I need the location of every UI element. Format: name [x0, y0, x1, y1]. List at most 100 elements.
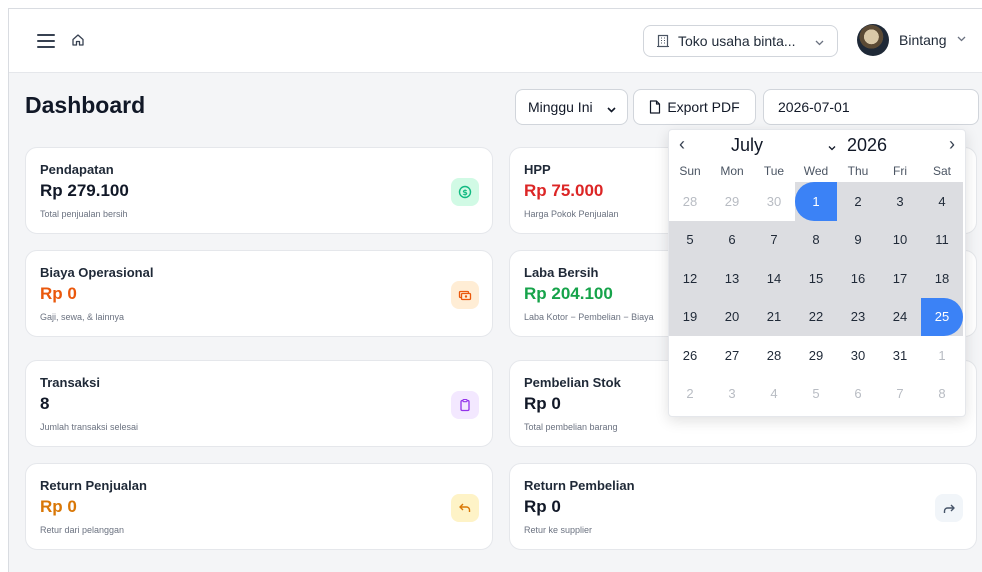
calendar-grid: 28 29 30 1 2 3 4 5 6 7 8 9 10 11 12 13 14 15 16 17 18 19 20 21 2… — [669, 182, 965, 413]
card-label: Transaksi — [40, 375, 100, 390]
user-menu[interactable]: Bintang — [857, 23, 967, 57]
calendar-day[interactable]: 6 — [837, 375, 879, 414]
calendar-day[interactable]: 27 — [711, 336, 753, 375]
calendar-day[interactable]: 11 — [921, 220, 963, 259]
calendar-day[interactable]: 7 — [753, 220, 795, 259]
calendar-day[interactable]: 2 — [669, 375, 711, 414]
calendar-day[interactable]: 12 — [669, 259, 711, 298]
card-value: Rp 0 — [524, 497, 561, 516]
store-name: Toko usaha binta... — [678, 33, 796, 49]
card-pendapatan: Pendapatan Rp 279.100 Total penjualan be… — [25, 147, 493, 234]
calendar-day[interactable]: 29 — [795, 336, 837, 375]
chevron-down-icon — [956, 31, 967, 49]
card-label: Pendapatan — [40, 162, 114, 177]
home-icon[interactable] — [71, 33, 85, 47]
calendar-day[interactable]: 30 — [837, 336, 879, 375]
card-description: Gaji, sewa, & lainnya — [40, 312, 125, 322]
card-transaksi: Transaksi 8 Jumlah transaksi selesai — [25, 360, 493, 447]
calendar-day[interactable]: 1 — [921, 336, 963, 375]
calendar-day[interactable]: 2 — [837, 182, 879, 221]
calendar-day[interactable]: 28 — [753, 336, 795, 375]
date-range-input[interactable]: 2026-07-01 — [763, 89, 979, 125]
card-value: 8 — [40, 394, 50, 413]
weekday-label: Wed — [803, 164, 829, 178]
menu-icon[interactable] — [37, 34, 55, 48]
card-description: Retur ke supplier — [524, 525, 593, 535]
calendar-day[interactable]: 31 — [879, 336, 921, 375]
file-icon — [650, 100, 661, 114]
calendar-day[interactable]: 28 — [669, 182, 711, 221]
calendar-day[interactable]: 18 — [921, 259, 963, 298]
next-month-icon[interactable]: › — [949, 134, 955, 155]
weekday-label: Fri — [893, 164, 907, 178]
redo-icon — [935, 494, 963, 522]
card-return-penjualan: Return Penjualan Rp 0 Retur dari pelangg… — [25, 463, 493, 550]
prev-month-icon[interactable]: ‹ — [679, 134, 685, 155]
weekday-label: Thu — [847, 164, 869, 178]
date-value: 2026-07-01 — [778, 99, 850, 115]
calendar-day[interactable]: 9 — [837, 220, 879, 259]
dollar-icon: $ — [451, 178, 479, 206]
calendar-day[interactable]: 29 — [711, 182, 753, 221]
calendar-day[interactable]: 17 — [879, 259, 921, 298]
calendar-day-range-end[interactable]: 25 — [921, 297, 963, 336]
calendar-day[interactable]: 16 — [837, 259, 879, 298]
card-description: Jumlah transaksi selesai — [40, 422, 139, 432]
calendar-day[interactable]: 3 — [711, 375, 753, 414]
building-icon — [656, 34, 670, 48]
calendar-day[interactable]: 3 — [879, 182, 921, 221]
period-select[interactable]: Minggu Ini — [515, 89, 628, 125]
top-bar: Toko usaha binta... Bintang — [9, 9, 982, 73]
calendar-day[interactable]: 5 — [795, 375, 837, 414]
calendar-day[interactable]: 14 — [753, 259, 795, 298]
calendar-day[interactable]: 4 — [753, 375, 795, 414]
calendar-day[interactable]: 4 — [921, 182, 963, 221]
svg-text:$: $ — [462, 188, 468, 197]
calendar-day[interactable]: 6 — [711, 220, 753, 259]
calendar-day[interactable]: 5 — [669, 220, 711, 259]
card-description: Total pembelian barang — [524, 422, 618, 432]
card-return-pembelian: Return Pembelian Rp 0 Retur ke supplier — [509, 463, 977, 550]
store-selector[interactable]: Toko usaha binta... — [643, 25, 838, 57]
user-name: Bintang — [899, 32, 947, 48]
clipboard-icon — [451, 391, 479, 419]
chevron-down-icon — [606, 102, 617, 118]
calendar-day[interactable]: 7 — [879, 375, 921, 414]
calendar-day[interactable]: 8 — [795, 220, 837, 259]
calendar-week-row: 2345678 — [669, 375, 965, 414]
calendar-day[interactable]: 10 — [879, 220, 921, 259]
calendar-day[interactable]: 22 — [795, 297, 837, 336]
weekday-label: Sat — [932, 164, 951, 178]
calendar-day[interactable]: 23 — [837, 297, 879, 336]
calendar-day[interactable]: 24 — [879, 297, 921, 336]
calendar-day-range-start[interactable]: 1 — [795, 182, 837, 221]
card-biaya-operasional: Biaya Operasional Rp 0 Gaji, sewa, & lai… — [25, 250, 493, 337]
calendar-day[interactable]: 8 — [921, 375, 963, 414]
year-input[interactable]: 2026 — [847, 135, 887, 156]
calendar-day[interactable]: 20 — [711, 297, 753, 336]
calendar-week-row: 19 20 21 22 23 24 25 — [669, 297, 965, 336]
weekday-header: Sun Mon Tue Wed Thu Fri Sat — [669, 160, 965, 182]
month-select[interactable]: July — [731, 135, 763, 156]
calendar-week-row: 26 27 28 29 30 31 1 — [669, 336, 965, 375]
calendar-week-row: 12 13 14 15 16 17 18 — [669, 259, 965, 298]
calendar-day[interactable]: 15 — [795, 259, 837, 298]
calendar-day[interactable]: 19 — [669, 297, 711, 336]
calendar-day[interactable]: 26 — [669, 336, 711, 375]
cash-icon — [451, 281, 479, 309]
card-label: Return Pembelian — [524, 478, 635, 493]
calendar-day[interactable]: 30 — [753, 182, 795, 221]
weekday-label: Mon — [720, 164, 744, 178]
card-value: Rp 0 — [40, 497, 77, 516]
weekday-label: Tue — [763, 164, 785, 178]
calendar-day[interactable]: 13 — [711, 259, 753, 298]
calendar-week-row: 5 6 7 8 9 10 11 — [669, 220, 965, 259]
undo-icon — [451, 494, 479, 522]
calendar-day[interactable]: 21 — [753, 297, 795, 336]
export-pdf-button[interactable]: Export PDF — [633, 89, 756, 125]
chevron-down-icon[interactable] — [827, 140, 837, 158]
card-description: Retur dari pelanggan — [40, 525, 125, 535]
calendar-header: ‹ July 2026 › — [669, 130, 965, 160]
card-label: Return Penjualan — [40, 478, 147, 493]
calendar-week-row: 28 29 30 1 2 3 4 — [669, 182, 965, 221]
